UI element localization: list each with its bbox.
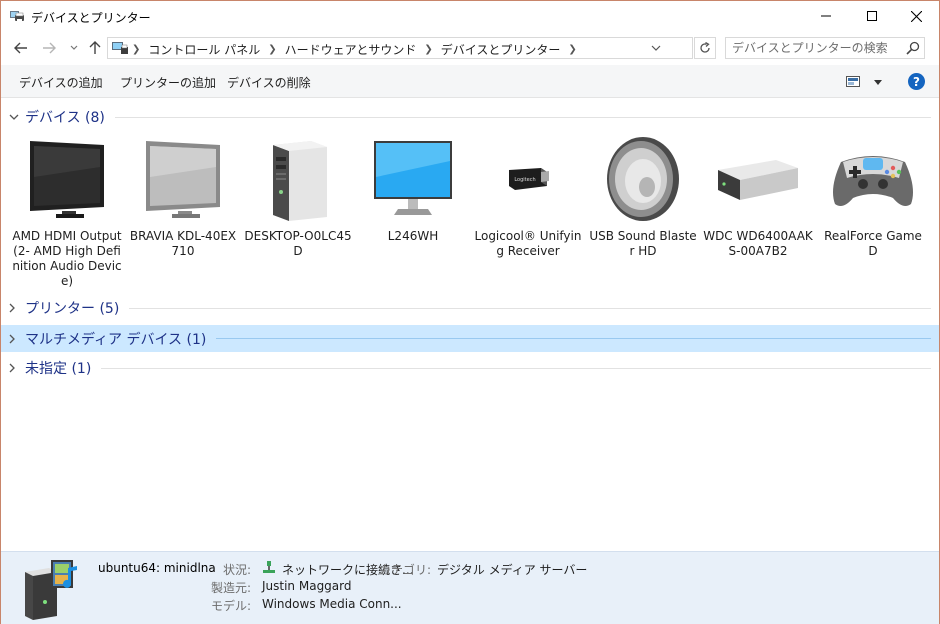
address-bar[interactable]: ❯ コントロール パネル ❯ ハードウェアとサウンド ❯ デバイスとプリンター … (107, 37, 693, 59)
device-list: デバイス (8) AMD HDMI Output (2- AMD High De… (1, 99, 939, 551)
device-item-wdc[interactable]: WDC WD6400AAKS-00A7B2 (703, 135, 813, 259)
device-name: BRAVIA KDL-40EX710 (129, 229, 237, 258)
maximize-button[interactable] (849, 1, 895, 31)
group-divider (129, 307, 931, 309)
breadcrumb-control-panel[interactable]: コントロール パネル (148, 41, 260, 58)
forward-button[interactable] (39, 38, 59, 58)
title-bar: デバイスとプリンター (1, 1, 939, 31)
details-pane: ubuntu64: minidlna 状況: ネットワークに接続さ... カテゴ… (1, 551, 939, 624)
close-button[interactable] (893, 1, 939, 31)
breadcrumb-separator[interactable]: ❯ (268, 44, 276, 55)
refresh-icon (700, 42, 710, 53)
gamepad-icon (825, 135, 921, 223)
search-input[interactable] (732, 40, 902, 56)
up-button[interactable] (85, 38, 105, 58)
svg-text:Logitech: Logitech (514, 177, 535, 183)
group-label-devices: デバイス (8) (25, 110, 105, 126)
search-box (725, 37, 925, 59)
group-header-devices[interactable]: デバイス (8) (1, 105, 939, 129)
device-item-usb-sound-blaster[interactable]: USB Sound Blaster HD (588, 135, 698, 259)
add-device-button[interactable]: デバイスの追加 (19, 74, 103, 91)
chevron-down-icon (9, 114, 19, 121)
monitor-black-icon (19, 135, 115, 223)
device-name: WDC WD6400AAKS-00A7B2 (703, 229, 813, 258)
breadcrumb-separator[interactable]: ❯ (424, 44, 432, 55)
device-item-l246wh[interactable]: L246WH (358, 135, 468, 244)
chevron-down-icon (651, 45, 661, 51)
hard-drive-icon (710, 135, 806, 223)
group-divider (101, 367, 931, 369)
back-button[interactable] (11, 38, 31, 58)
close-icon (910, 10, 922, 22)
usb-receiver-icon: Logitech (480, 135, 576, 223)
group-label-unspecified: 未指定 (1) (25, 361, 92, 377)
window-title: デバイスとプリンター (31, 11, 151, 25)
device-item-desktop[interactable]: DESKTOP-O0LC45D (243, 135, 353, 259)
device-name: RealForce Game D (824, 229, 922, 258)
group-header-unspecified[interactable]: 未指定 (1) (1, 356, 939, 380)
group-header-printers[interactable]: プリンター (5) (1, 296, 939, 320)
device-item-amd-hdmi[interactable]: AMD HDMI Output (2- AMD High Definition … (12, 135, 122, 289)
devices-and-printers-window: デバイスとプリンター ❯ コントロール パネル ❯ ハードウェアとサウンド ❯ … (0, 0, 940, 624)
model-label: モデル: (210, 599, 251, 613)
device-item-logicool[interactable]: Logitech Logicool® Unifying Receiver (473, 135, 583, 259)
control-panel-icon (112, 42, 128, 54)
address-dropdown-button[interactable] (646, 38, 666, 58)
chevron-down-icon (70, 45, 78, 50)
speaker-icon (595, 135, 691, 223)
model-value: Windows Media Conn... (262, 597, 402, 611)
group-label-multimedia: マルチメディア デバイス (1) (25, 331, 207, 348)
monitor-gray-icon (135, 135, 231, 223)
devices-printers-app-icon (10, 11, 24, 22)
group-label-printers: プリンター (5) (25, 301, 120, 317)
chevron-right-icon (9, 363, 19, 373)
manufacturer-label: 製造元: (210, 581, 251, 595)
breadcrumb-separator[interactable]: ❯ (132, 44, 140, 55)
arrow-right-icon (43, 42, 56, 54)
status-label: 状況: (222, 563, 251, 577)
change-view-button[interactable] (846, 74, 882, 90)
device-name: Logicool® Unifying Receiver (474, 229, 582, 258)
network-connected-icon (263, 561, 275, 573)
device-name: DESKTOP-O0LC45D (244, 229, 352, 258)
device-name: AMD HDMI Output (2- AMD High Definition … (12, 229, 122, 288)
arrow-left-icon (14, 42, 27, 54)
tower-pc-icon (250, 135, 346, 223)
category-label: カテゴリ: (378, 563, 431, 577)
caret-down-icon (874, 79, 882, 85)
maximize-icon (867, 11, 877, 21)
breadcrumb-hardware-sound[interactable]: ハードウェアとサウンド (285, 41, 417, 58)
chevron-right-icon (9, 303, 19, 313)
group-divider (114, 116, 931, 118)
minimize-button[interactable] (803, 1, 849, 31)
recent-locations-button[interactable] (64, 38, 84, 58)
category-value: デジタル メディア サーバー (437, 563, 588, 577)
manufacturer-value: Justin Maggard (262, 579, 352, 593)
group-divider (216, 338, 931, 339)
device-item-realforce[interactable]: RealForce Game D (818, 135, 928, 259)
add-printer-button[interactable]: プリンターの追加 (120, 74, 216, 91)
breadcrumb-devices-printers[interactable]: デバイスとプリンター (441, 41, 561, 58)
navigation-bar: ❯ コントロール パネル ❯ ハードウェアとサウンド ❯ デバイスとプリンター … (1, 32, 939, 64)
device-item-bravia[interactable]: BRAVIA KDL-40EX710 (128, 135, 238, 259)
command-bar: デバイスの追加 プリンターの追加 デバイスの削除 ? (1, 65, 939, 98)
device-name: USB Sound Blaster HD (589, 229, 697, 258)
monitor-blue-icon (365, 135, 461, 223)
view-options-icon (846, 76, 860, 87)
breadcrumb-separator[interactable]: ❯ (568, 44, 576, 55)
group-header-multimedia[interactable]: マルチメディア デバイス (1) (1, 325, 939, 352)
help-button[interactable]: ? (908, 73, 925, 90)
remove-device-button[interactable]: デバイスの削除 (227, 74, 311, 91)
arrow-up-icon (89, 41, 101, 54)
minimize-icon (821, 15, 831, 17)
breadcrumb: ❯ コントロール パネル ❯ ハードウェアとサウンド ❯ デバイスとプリンター … (132, 41, 585, 58)
refresh-button[interactable] (694, 37, 716, 59)
device-name: L246WH (387, 229, 439, 243)
media-server-icon (25, 560, 77, 620)
search-icon[interactable] (906, 41, 920, 55)
chevron-right-icon (9, 334, 19, 344)
